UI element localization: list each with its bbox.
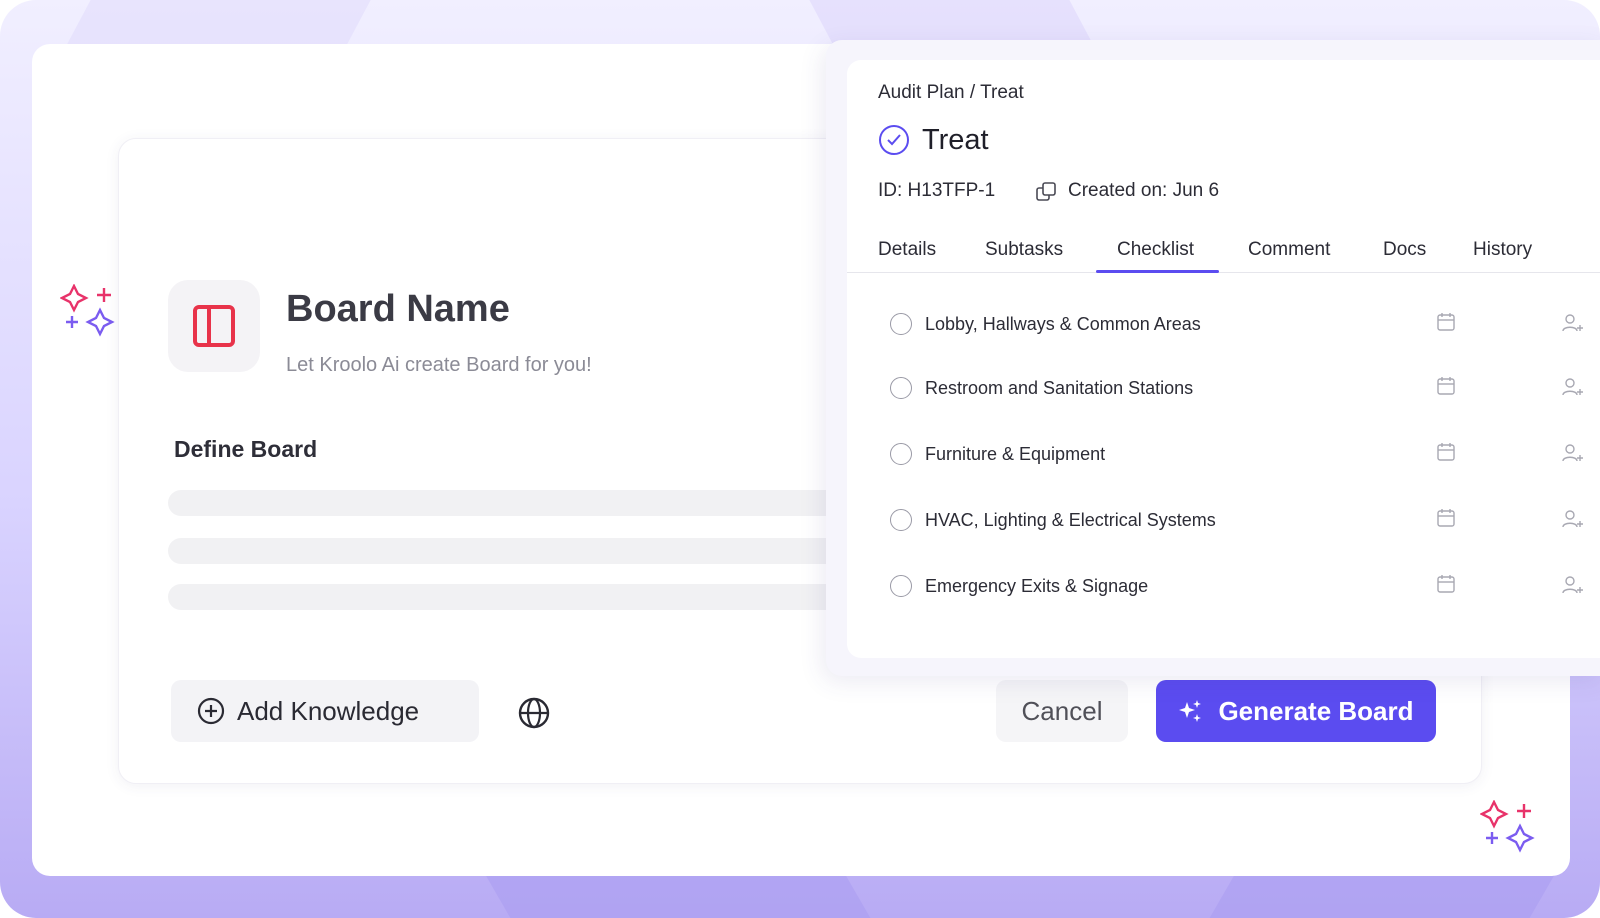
- checklist-checkbox[interactable]: [890, 443, 912, 465]
- plus-circle-icon: [197, 697, 225, 725]
- define-board-placeholder-line[interactable]: [168, 584, 848, 610]
- calendar-icon[interactable]: [1435, 441, 1457, 463]
- board-icon-container: [168, 280, 260, 372]
- add-user-icon[interactable]: [1560, 574, 1584, 596]
- generate-board-label: Generate Board: [1218, 695, 1414, 726]
- define-board-placeholder-line[interactable]: [168, 490, 848, 516]
- tab-docs[interactable]: Docs: [1383, 228, 1426, 272]
- calendar-icon[interactable]: [1435, 375, 1457, 397]
- tab-comment[interactable]: Comment: [1248, 228, 1330, 272]
- task-title: Treat: [922, 124, 989, 156]
- sparkle-icon: [60, 284, 115, 337]
- sparkle-icon: [1480, 800, 1535, 853]
- globe-button[interactable]: [516, 696, 552, 732]
- checklist-checkbox[interactable]: [890, 377, 912, 399]
- add-user-icon[interactable]: [1560, 508, 1584, 530]
- panel-layout-icon: [193, 305, 235, 347]
- define-board-label: Define Board: [174, 436, 318, 462]
- breadcrumb[interactable]: Audit Plan / Treat: [878, 82, 1024, 104]
- checklist-item-label: Emergency Exits & Signage: [925, 576, 1149, 596]
- calendar-icon[interactable]: [1435, 573, 1457, 595]
- copy-icon[interactable]: [1034, 180, 1058, 204]
- checklist-checkbox[interactable]: [890, 575, 912, 597]
- checklist-checkbox[interactable]: [890, 509, 912, 531]
- active-tab-indicator: [1096, 270, 1219, 273]
- check-circle-icon[interactable]: [878, 124, 910, 156]
- created-date: Created on: Jun 6: [1068, 180, 1220, 201]
- add-user-icon[interactable]: [1560, 376, 1584, 398]
- add-user-icon[interactable]: [1560, 312, 1584, 334]
- task-id: ID: H13TFP-1: [878, 180, 996, 201]
- checklist-item: HVAC, Lighting & Electrical Systems: [880, 500, 1600, 540]
- globe-icon: [518, 697, 550, 729]
- checklist-item-label: Furniture & Equipment: [925, 444, 1106, 464]
- tab-subtasks[interactable]: Subtasks: [985, 228, 1063, 272]
- checklist-item: Emergency Exits & Signage: [880, 566, 1600, 606]
- generate-board-button[interactable]: Generate Board: [1156, 680, 1436, 742]
- checklist-item-label: Restroom and Sanitation Stations: [925, 378, 1194, 398]
- tab-details[interactable]: Details: [878, 228, 936, 272]
- checklist-item-label: Lobby, Hallways & Common Areas: [925, 314, 1201, 334]
- checklist-checkbox[interactable]: [890, 313, 912, 335]
- add-knowledge-button[interactable]: Add Knowledge: [171, 680, 479, 742]
- checklist-item: Lobby, Hallways & Common Areas: [880, 304, 1600, 344]
- board-name-title: Board Name: [286, 288, 510, 330]
- calendar-icon[interactable]: [1435, 311, 1457, 333]
- tab-checklist[interactable]: Checklist: [1117, 228, 1194, 272]
- define-board-placeholder-line[interactable]: [168, 538, 848, 564]
- checklist-item: Restroom and Sanitation Stations: [880, 368, 1600, 408]
- add-knowledge-label: Add Knowledge: [237, 695, 420, 726]
- checklist-item-label: HVAC, Lighting & Electrical Systems: [925, 510, 1216, 530]
- sparkle-icon: [1179, 700, 1202, 722]
- cancel-button[interactable]: Cancel: [996, 680, 1128, 742]
- task-tabs: Details Subtasks Checklist Comment Docs …: [847, 228, 1600, 273]
- add-user-icon[interactable]: [1560, 442, 1584, 464]
- board-subtitle: Let Kroolo Ai create Board for you!: [286, 354, 592, 376]
- tab-history[interactable]: History: [1473, 228, 1532, 272]
- calendar-icon[interactable]: [1435, 507, 1457, 529]
- checklist-item: Furniture & Equipment: [880, 434, 1600, 474]
